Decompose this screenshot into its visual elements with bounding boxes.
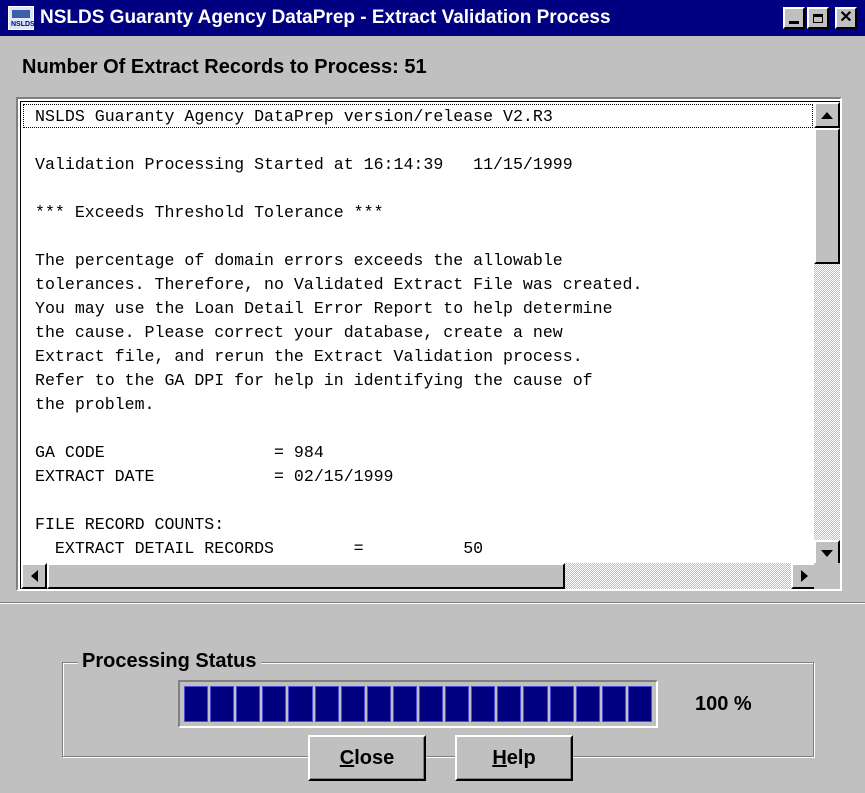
help-accelerator: H (492, 746, 507, 769)
minimize-icon (789, 20, 799, 24)
window-title: NSLDS Guaranty Agency DataPrep - Extract… (40, 7, 611, 28)
progress-segment (340, 686, 365, 722)
progress-segment (523, 686, 548, 722)
log-line: Extract file, and rerun the Extract Vali… (35, 347, 583, 366)
log-line: EXTRACT DATE = 02/15/1999 (35, 467, 394, 486)
progress-segment (236, 686, 261, 722)
progress-segment (575, 686, 600, 722)
log-line: You may use the Loan Detail Error Report… (35, 299, 613, 318)
progress-segment (210, 686, 235, 722)
log-line: FILE RECORD COUNTS: (35, 515, 225, 534)
extract-validation-window: NSLDS NSLDS Guaranty Agency DataPrep - E… (0, 0, 865, 793)
progress-segment (549, 686, 574, 722)
divider (0, 602, 865, 604)
horizontal-scroll-track[interactable] (47, 563, 791, 589)
log-line: the problem. (35, 395, 155, 414)
progress-segment (445, 686, 470, 722)
close-window-button[interactable]: ✕ (835, 7, 857, 29)
vertical-scrollbar[interactable] (814, 102, 840, 566)
maximize-button[interactable] (807, 7, 829, 29)
progress-segment (314, 686, 339, 722)
help-label: elp (506, 746, 536, 769)
maximize-icon (813, 13, 823, 23)
close-icon: ✕ (839, 9, 853, 26)
title-bar[interactable]: NSLDS NSLDS Guaranty Agency DataPrep - E… (0, 0, 865, 36)
mortarboard-icon (12, 10, 30, 18)
log-line: EXTRACT DETAIL RECORDS = 50 (35, 539, 484, 558)
close-label: lose (354, 746, 395, 769)
progress-segments (182, 684, 654, 724)
progress-segment (497, 686, 522, 722)
log-line: *** Exceeds Threshold Tolerance *** (35, 203, 384, 222)
progress-segment (288, 686, 313, 722)
log-line: Refer to the GA DPI for help in identify… (35, 371, 593, 390)
nslds-app-icon[interactable]: NSLDS (8, 6, 35, 30)
progress-segment (471, 686, 496, 722)
horizontal-scroll-thumb[interactable] (47, 563, 565, 589)
progress-bar (178, 680, 658, 728)
log-content[interactable]: NSLDS Guaranty Agency DataPrep version/r… (21, 102, 817, 564)
processing-status-label: Processing Status (78, 650, 261, 673)
progress-segment (627, 686, 652, 722)
log-line: NSLDS Guaranty Agency DataPrep version/r… (35, 107, 553, 126)
progress-segment (418, 686, 444, 722)
minimize-button[interactable] (783, 7, 805, 29)
close-accelerator: C (339, 746, 355, 769)
log-line: The percentage of domain errors exceeds … (35, 251, 563, 270)
progress-percent: 100 % (695, 693, 752, 715)
progress-segment (184, 686, 209, 722)
arrow-up-icon (821, 111, 833, 119)
log-line: the cause. Please correct your database,… (35, 323, 563, 342)
validation-log-textarea[interactable]: NSLDS Guaranty Agency DataPrep version/r… (16, 97, 842, 591)
log-line: GA CODE = 984 (35, 443, 324, 462)
progress-segment (262, 686, 287, 722)
window-controls: ✕ (783, 7, 857, 29)
arrow-down-icon (821, 549, 833, 557)
vertical-scroll-thumb[interactable] (814, 128, 840, 264)
arrow-right-icon (800, 570, 808, 582)
close-button[interactable]: Close (308, 735, 426, 781)
progress-segment (601, 686, 626, 722)
log-line: Validation Processing Started at 16:14:3… (35, 155, 573, 174)
scrollbar-corner (814, 563, 840, 589)
log-frame: NSLDS Guaranty Agency DataPrep version/r… (20, 101, 840, 589)
scroll-left-button[interactable] (21, 563, 47, 589)
arrow-left-icon (30, 570, 38, 582)
vertical-scroll-track[interactable] (814, 128, 840, 540)
app-icon-label: NSLDS (11, 21, 35, 28)
help-button[interactable]: Help (455, 735, 573, 781)
log-line: tolerances. Therefore, no Validated Extr… (35, 275, 643, 294)
horizontal-scrollbar[interactable] (21, 563, 817, 589)
record-count-label: Number Of Extract Records to Process: 51 (22, 56, 427, 78)
progress-segment (366, 686, 391, 722)
progress-segment (392, 686, 417, 722)
scroll-up-button[interactable] (814, 102, 840, 128)
